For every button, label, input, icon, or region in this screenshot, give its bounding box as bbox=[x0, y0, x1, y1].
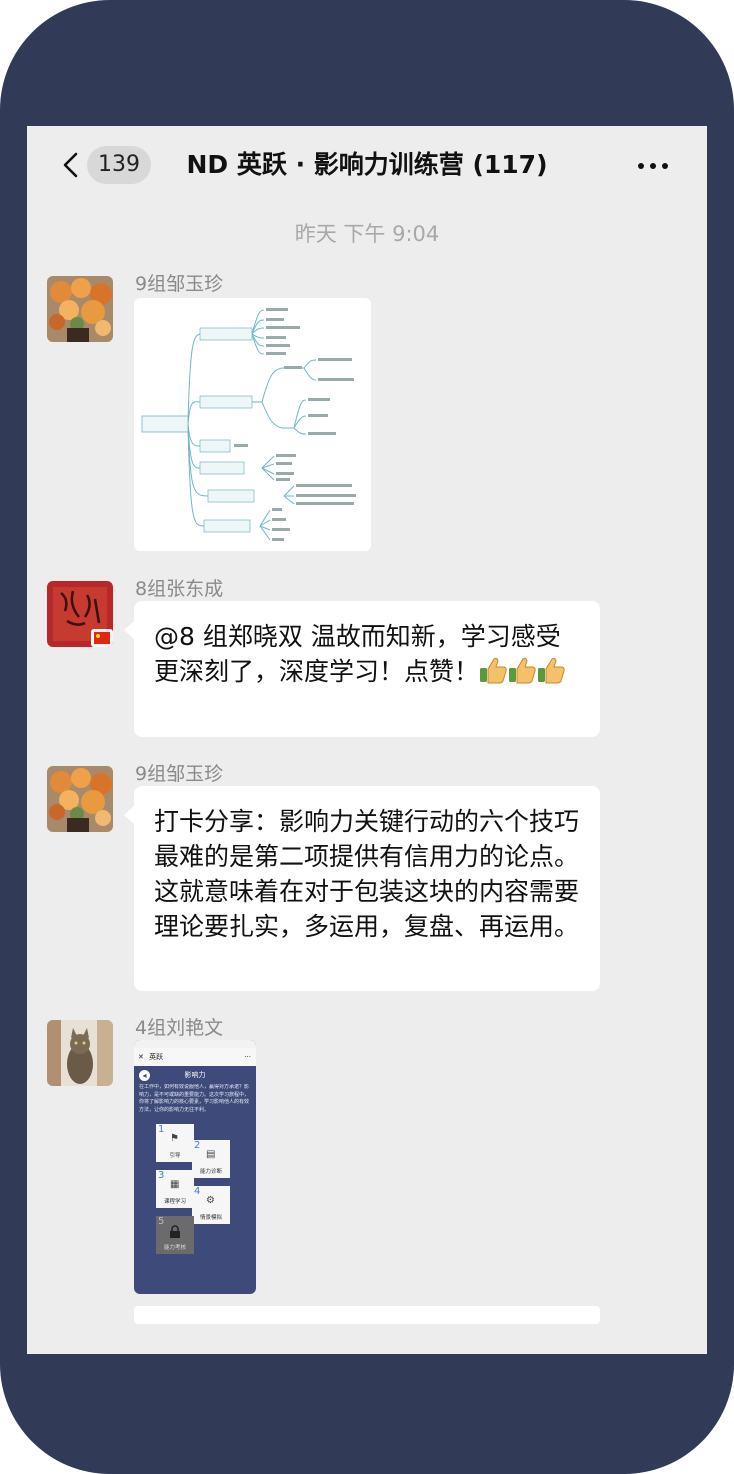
mini-intro-text: 在工作中，如何有效说服他人，赢得对方承诺？影响力，是不可或缺的重要能力。这次学习… bbox=[139, 1084, 250, 1113]
step-label: 能力诊断 bbox=[199, 1169, 222, 1175]
step-label: 课程学习 bbox=[163, 1199, 186, 1205]
thumbs-up-emoji-group bbox=[479, 657, 566, 686]
avatar[interactable] bbox=[47, 1020, 113, 1086]
lock-icon bbox=[170, 1225, 180, 1238]
sender-name: 8组张东成 bbox=[135, 578, 224, 600]
chat-header: 139 ND 英跃 · 影响力训练营 (117) bbox=[27, 126, 707, 204]
step-label: 情景模拟 bbox=[199, 1215, 222, 1221]
sender-name: 9组邹玉珍 bbox=[135, 763, 224, 785]
partial-message-bubble[interactable] bbox=[134, 1306, 600, 1324]
message-text: 打卡分享：影响力关键行动的六个技巧最难的是第二项提供有信用力的论点。这就意味着在… bbox=[154, 807, 580, 941]
calligraphy-avatar-icon bbox=[47, 581, 113, 647]
step-card-3: 3 ▦ 课程学习 bbox=[156, 1170, 194, 1208]
step-number: 3 bbox=[158, 1170, 165, 1181]
mini-page-title: 影响力 bbox=[184, 1071, 206, 1079]
mind-map-drawing bbox=[141, 308, 356, 541]
step-number: 2 bbox=[194, 1140, 201, 1151]
thumbs-up-icon bbox=[509, 657, 536, 684]
step-card-1: 1 ⚑ 引导 bbox=[156, 1124, 194, 1162]
message-timestamp: 昨天 下午 9:04 bbox=[294, 222, 440, 246]
step-card-2: 2 ▤ 能力诊断 bbox=[192, 1140, 230, 1178]
back-arrow-icon[interactable] bbox=[61, 152, 81, 178]
chat-screen: 139 ND 英跃 · 影响力训练营 (117) 昨天 下午 9:04 9组邹玉… bbox=[27, 126, 707, 1354]
simulation-icon: ⚙ bbox=[206, 1195, 215, 1206]
sender-name: 4组刘艳文 bbox=[135, 1017, 224, 1039]
step-number: 5 bbox=[158, 1216, 165, 1227]
step-number: 1 bbox=[158, 1124, 165, 1135]
message-bubble[interactable]: 打卡分享：影响力关键行动的六个技巧最难的是第二项提供有信用力的论点。这就意味着在… bbox=[124, 786, 600, 991]
mini-nav-bar: ✕ 英跃 ··· bbox=[134, 1048, 256, 1066]
avatar[interactable] bbox=[47, 276, 113, 342]
message-bubble[interactable]: @8 组郑晓双 温故而知新，学习感受更深刻了，深度学习！点赞！ bbox=[124, 601, 600, 737]
mind-map-image[interactable] bbox=[134, 298, 371, 551]
unread-count-badge[interactable]: 139 bbox=[87, 146, 151, 184]
step-label: 引导 bbox=[169, 1153, 181, 1159]
more-icon: ··· bbox=[244, 1053, 251, 1061]
diagnosis-icon: ▤ bbox=[206, 1149, 216, 1160]
cat-avatar-icon bbox=[47, 1020, 113, 1086]
course-icon: ▦ bbox=[170, 1179, 180, 1190]
thumbs-up-icon bbox=[480, 657, 507, 684]
step-card-4: 4 ⚙ 情景模拟 bbox=[192, 1186, 230, 1224]
flowers-avatar-icon bbox=[47, 766, 113, 832]
phone-frame: 139 ND 英跃 · 影响力训练营 (117) 昨天 下午 9:04 9组邹玉… bbox=[0, 0, 734, 1474]
guide-icon: ⚑ bbox=[170, 1133, 179, 1144]
step-card-5: 5 能力考核 bbox=[156, 1216, 194, 1254]
thumbs-up-icon bbox=[538, 657, 565, 684]
avatar[interactable] bbox=[47, 581, 113, 647]
flowers-avatar-icon bbox=[47, 276, 113, 342]
sender-name: 9组邹玉珍 bbox=[135, 273, 224, 295]
more-options-icon[interactable] bbox=[633, 150, 673, 180]
step-label: 能力考核 bbox=[163, 1245, 186, 1251]
app-screenshot-image[interactable]: ✕ 英跃 ··· ◂ 影响力 在工作中，如何有效说服他人，赢得对方承诺？影响力，… bbox=[134, 1040, 256, 1294]
step-number: 4 bbox=[194, 1186, 201, 1197]
mini-nav-title: 英跃 bbox=[149, 1053, 164, 1061]
close-icon: ✕ bbox=[138, 1053, 144, 1061]
chat-title: ND 英跃 · 影响力训练营 (117) bbox=[186, 150, 548, 179]
avatar[interactable] bbox=[47, 766, 113, 832]
status-strip bbox=[134, 1040, 256, 1048]
